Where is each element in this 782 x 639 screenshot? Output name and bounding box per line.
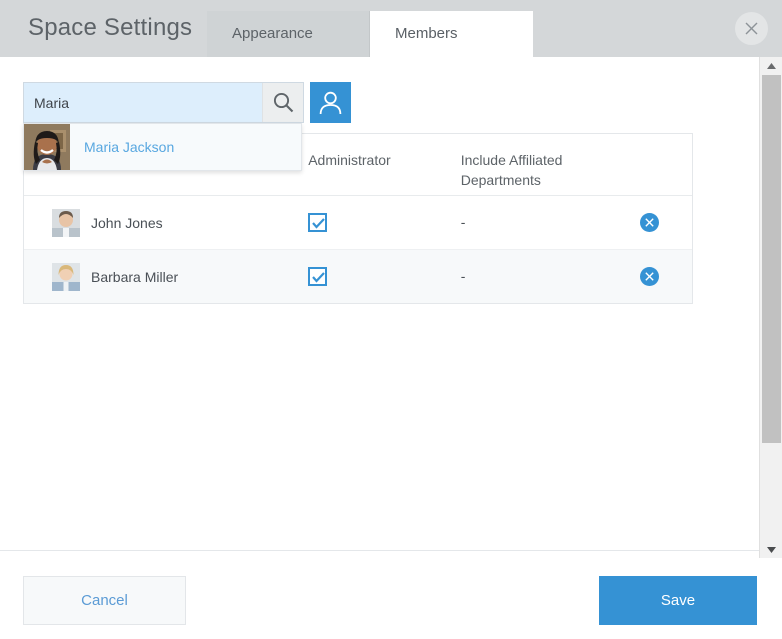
cell-actions: [640, 267, 692, 286]
close-button[interactable]: [735, 12, 768, 45]
avatar: [52, 208, 80, 237]
autocomplete-dropdown: Maria Jackson: [23, 123, 302, 171]
search-input[interactable]: [24, 83, 262, 122]
scroll-up-button[interactable]: [760, 57, 782, 74]
tab-bar: Appearance Members: [207, 11, 533, 57]
tab-appearance-label: Appearance: [232, 25, 313, 42]
avatar: [52, 262, 80, 291]
save-button[interactable]: Save: [599, 576, 757, 625]
tab-members-label: Members: [395, 25, 458, 42]
autocomplete-item-label: Maria Jackson: [84, 139, 175, 155]
tab-appearance[interactable]: Appearance: [207, 11, 370, 57]
person-add-icon: [319, 91, 342, 115]
cell-affiliated-departments: -: [461, 268, 640, 286]
search-icon: [273, 92, 293, 113]
search-box: [23, 82, 304, 123]
check-icon: [312, 218, 326, 229]
administrator-checkbox[interactable]: [308, 213, 328, 232]
column-header-administrator: Administrator: [308, 152, 391, 168]
caret-up-icon: [766, 63, 776, 69]
dialog-body: User, Group, or Department Administrator…: [0, 57, 759, 550]
column-header-affiliated-departments: Include Affiliated Departments: [460, 152, 563, 188]
cell-administrator: [308, 213, 461, 232]
remove-circle-icon: [645, 218, 654, 227]
cell-user: John Jones: [24, 208, 308, 237]
remove-circle-icon: [645, 272, 654, 281]
autocomplete-item-maria-jackson[interactable]: Maria Jackson: [24, 124, 301, 170]
space-settings-dialog: Space Settings Appearance Members User, …: [0, 0, 782, 639]
table-row[interactable]: Barbara Miller -: [24, 250, 692, 303]
avatar-john-jones-image: [52, 208, 80, 237]
caret-down-icon: [766, 547, 776, 553]
dialog-footer: Cancel Save: [0, 550, 759, 639]
cell-actions: [640, 213, 692, 232]
add-user-button[interactable]: [310, 82, 351, 123]
dialog-header: Space Settings Appearance Members: [0, 0, 782, 57]
scroll-down-button[interactable]: [760, 541, 782, 558]
remove-member-button[interactable]: [640, 213, 660, 232]
tab-members[interactable]: Members: [370, 11, 533, 57]
close-icon: [745, 22, 758, 35]
vertical-scrollbar[interactable]: [759, 57, 782, 558]
avatar-barbara-miller-image: [52, 262, 80, 291]
member-name: John Jones: [91, 214, 163, 231]
cell-administrator: [308, 267, 461, 286]
administrator-checkbox[interactable]: [308, 267, 328, 286]
avatar-maria-jackson-image: [24, 124, 70, 170]
search-button[interactable]: [262, 83, 303, 122]
member-name: Barbara Miller: [91, 268, 179, 285]
cell-user: Barbara Miller: [24, 262, 308, 291]
cell-affiliated-departments: -: [461, 214, 640, 232]
affiliated-departments-value: -: [460, 213, 466, 230]
cancel-button[interactable]: Cancel: [23, 576, 186, 625]
scrollbar-thumb[interactable]: [762, 75, 781, 443]
avatar: [24, 124, 70, 170]
affiliated-departments-value: -: [460, 267, 466, 284]
remove-member-button[interactable]: [640, 267, 660, 286]
check-icon: [312, 272, 326, 283]
table-row[interactable]: John Jones -: [24, 196, 692, 250]
page-title: Space Settings: [28, 14, 193, 41]
